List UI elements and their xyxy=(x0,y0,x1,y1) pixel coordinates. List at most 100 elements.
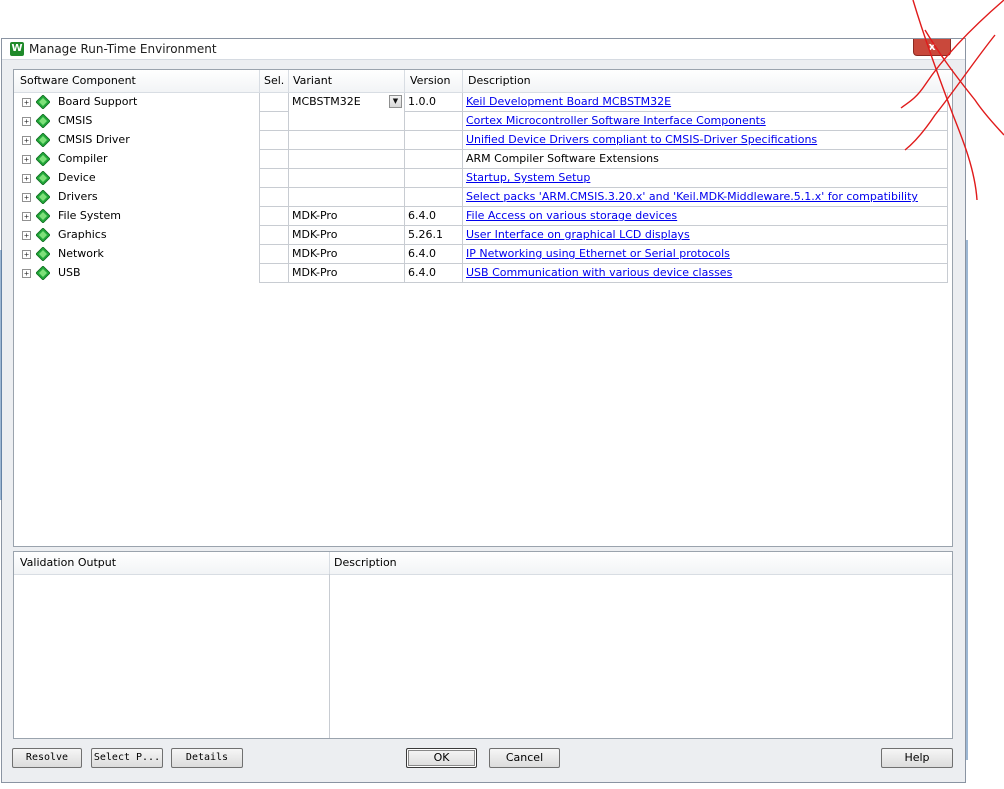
description-link[interactable]: Startup, System Setup xyxy=(466,171,590,184)
description-link[interactable]: Select packs 'ARM.CMSIS.3.20.x' and 'Kei… xyxy=(466,190,918,203)
version-cell xyxy=(404,112,462,131)
variant-cell: MDK-Pro xyxy=(288,264,404,283)
variant-cell xyxy=(288,150,404,169)
window-title: Manage Run-Time Environment xyxy=(29,42,217,56)
description-cell[interactable]: Cortex Microcontroller Software Interfac… xyxy=(462,112,948,131)
version-cell: 5.26.1 xyxy=(404,226,462,245)
component-tree-row[interactable]: + USB xyxy=(14,264,260,283)
component-tree-row[interactable]: + CMSIS xyxy=(14,112,260,131)
variant-cell: MDK-Pro xyxy=(288,245,404,264)
version-cell: 6.4.0 xyxy=(404,245,462,264)
description-cell: ARM Compiler Software Extensions xyxy=(462,150,948,169)
header-software-component[interactable]: Software Component xyxy=(20,74,136,87)
sel-cell[interactable] xyxy=(259,112,288,131)
description-link[interactable]: Unified Device Drivers compliant to CMSI… xyxy=(466,133,817,146)
component-name: Drivers xyxy=(58,190,98,203)
plus-box-icon[interactable]: + xyxy=(22,98,31,107)
component-name: Network xyxy=(58,247,104,260)
plus-box-icon[interactable]: + xyxy=(22,212,31,221)
description-link[interactable]: Cortex Microcontroller Software Interfac… xyxy=(466,114,766,127)
description-cell[interactable]: Startup, System Setup xyxy=(462,169,948,188)
component-name: CMSIS Driver xyxy=(58,133,130,146)
version-cell-text: 6.4.0 xyxy=(408,247,436,260)
version-cell: 1.0.0 xyxy=(404,93,462,112)
component-name: CMSIS xyxy=(58,114,93,127)
description-cell[interactable]: IP Networking using Ethernet or Serial p… xyxy=(462,245,948,264)
component-tree-row[interactable]: + Board Support xyxy=(14,93,260,112)
sel-cell[interactable] xyxy=(259,150,288,169)
sel-cell[interactable] xyxy=(259,93,288,112)
validation-header: Validation Output Description xyxy=(14,552,952,575)
component-tree-row[interactable]: + Compiler xyxy=(14,150,260,169)
sel-cell[interactable] xyxy=(259,131,288,150)
component-tree-row[interactable]: + Device xyxy=(14,169,260,188)
plus-box-icon[interactable]: + xyxy=(22,155,31,164)
header-validation-output[interactable]: Validation Output xyxy=(20,556,116,569)
close-button[interactable]: x xyxy=(913,39,951,56)
sel-cell[interactable] xyxy=(259,264,288,283)
plus-box-icon[interactable]: + xyxy=(22,193,31,202)
header-separator xyxy=(329,552,330,574)
plus-box-icon[interactable]: + xyxy=(22,269,31,278)
description-link[interactable]: User Interface on graphical LCD displays xyxy=(466,228,690,241)
title-bar: W Manage Run-Time Environment x xyxy=(2,39,965,60)
variant-cell xyxy=(288,131,404,150)
header-description[interactable]: Description xyxy=(468,74,531,87)
sel-cell[interactable] xyxy=(259,245,288,264)
component-tree-row[interactable]: + Network xyxy=(14,245,260,264)
header-separator xyxy=(288,70,289,92)
variant-cell-text: MDK-Pro xyxy=(292,228,338,241)
chevron-down-icon[interactable]: ▼ xyxy=(389,95,402,108)
sel-cell[interactable] xyxy=(259,207,288,226)
description-cell[interactable]: User Interface on graphical LCD displays xyxy=(462,226,948,245)
description-cell[interactable]: Select packs 'ARM.CMSIS.3.20.x' and 'Kei… xyxy=(462,188,948,207)
component-tree-row[interactable]: + CMSIS Driver xyxy=(14,131,260,150)
ok-button[interactable]: OK xyxy=(406,748,477,768)
green-diamond-icon xyxy=(36,190,50,204)
plus-box-icon[interactable]: + xyxy=(22,117,31,126)
help-button[interactable]: Help xyxy=(881,748,953,768)
variant-cell[interactable]: MCBSTM32E ▼ xyxy=(288,93,404,112)
variant-cell-text: MDK-Pro xyxy=(292,247,338,260)
description-cell[interactable]: USB Communication with various device cl… xyxy=(462,264,948,283)
variant-cell: MDK-Pro xyxy=(288,207,404,226)
variant-cell-text: MCBSTM32E xyxy=(292,95,361,108)
resolve-button[interactable]: Resolve xyxy=(12,748,82,768)
select-packs-button[interactable]: Select P... xyxy=(91,748,163,768)
version-cell: 6.4.0 xyxy=(404,207,462,226)
version-cell xyxy=(404,150,462,169)
sel-cell[interactable] xyxy=(259,169,288,188)
table-row: ARM Compiler Software Extensions xyxy=(259,150,948,169)
header-variant[interactable]: Variant xyxy=(293,74,332,87)
plus-box-icon[interactable]: + xyxy=(22,136,31,145)
description-cell[interactable]: Unified Device Drivers compliant to CMSI… xyxy=(462,131,948,150)
sel-cell[interactable] xyxy=(259,188,288,207)
description-link[interactable]: USB Communication with various device cl… xyxy=(466,266,732,279)
software-component-grid: Software Component Sel. Variant Version … xyxy=(13,69,953,547)
header-sel[interactable]: Sel. xyxy=(264,74,284,87)
version-cell-text: 6.4.0 xyxy=(408,209,436,222)
details-button[interactable]: Details xyxy=(171,748,243,768)
description-cell[interactable]: Keil Development Board MCBSTM32E xyxy=(462,93,948,112)
variant-cell xyxy=(288,188,404,207)
header-separator xyxy=(404,70,405,92)
component-tree-row[interactable]: + Drivers xyxy=(14,188,260,207)
cancel-button[interactable]: Cancel xyxy=(489,748,560,768)
description-link[interactable]: File Access on various storage devices xyxy=(466,209,677,222)
header-version[interactable]: Version xyxy=(410,74,450,87)
description-cell[interactable]: File Access on various storage devices xyxy=(462,207,948,226)
description-link[interactable]: Keil Development Board MCBSTM32E xyxy=(466,95,671,108)
version-cell xyxy=(404,188,462,207)
description-link[interactable]: IP Networking using Ethernet or Serial p… xyxy=(466,247,730,260)
variant-cell xyxy=(288,169,404,188)
plus-box-icon[interactable]: + xyxy=(22,231,31,240)
table-row: MDK-Pro 6.4.0 IP Networking using Ethernet… xyxy=(259,245,948,264)
header-validation-description[interactable]: Description xyxy=(334,556,397,569)
plus-box-icon[interactable]: + xyxy=(22,250,31,259)
component-tree-row[interactable]: + File System xyxy=(14,207,260,226)
plus-box-icon[interactable]: + xyxy=(22,174,31,183)
table-row: MDK-Pro 5.26.1 User Interface on graphical… xyxy=(259,226,948,245)
sel-cell[interactable] xyxy=(259,226,288,245)
component-tree-row[interactable]: + Graphics xyxy=(14,226,260,245)
component-name: USB xyxy=(58,266,81,279)
